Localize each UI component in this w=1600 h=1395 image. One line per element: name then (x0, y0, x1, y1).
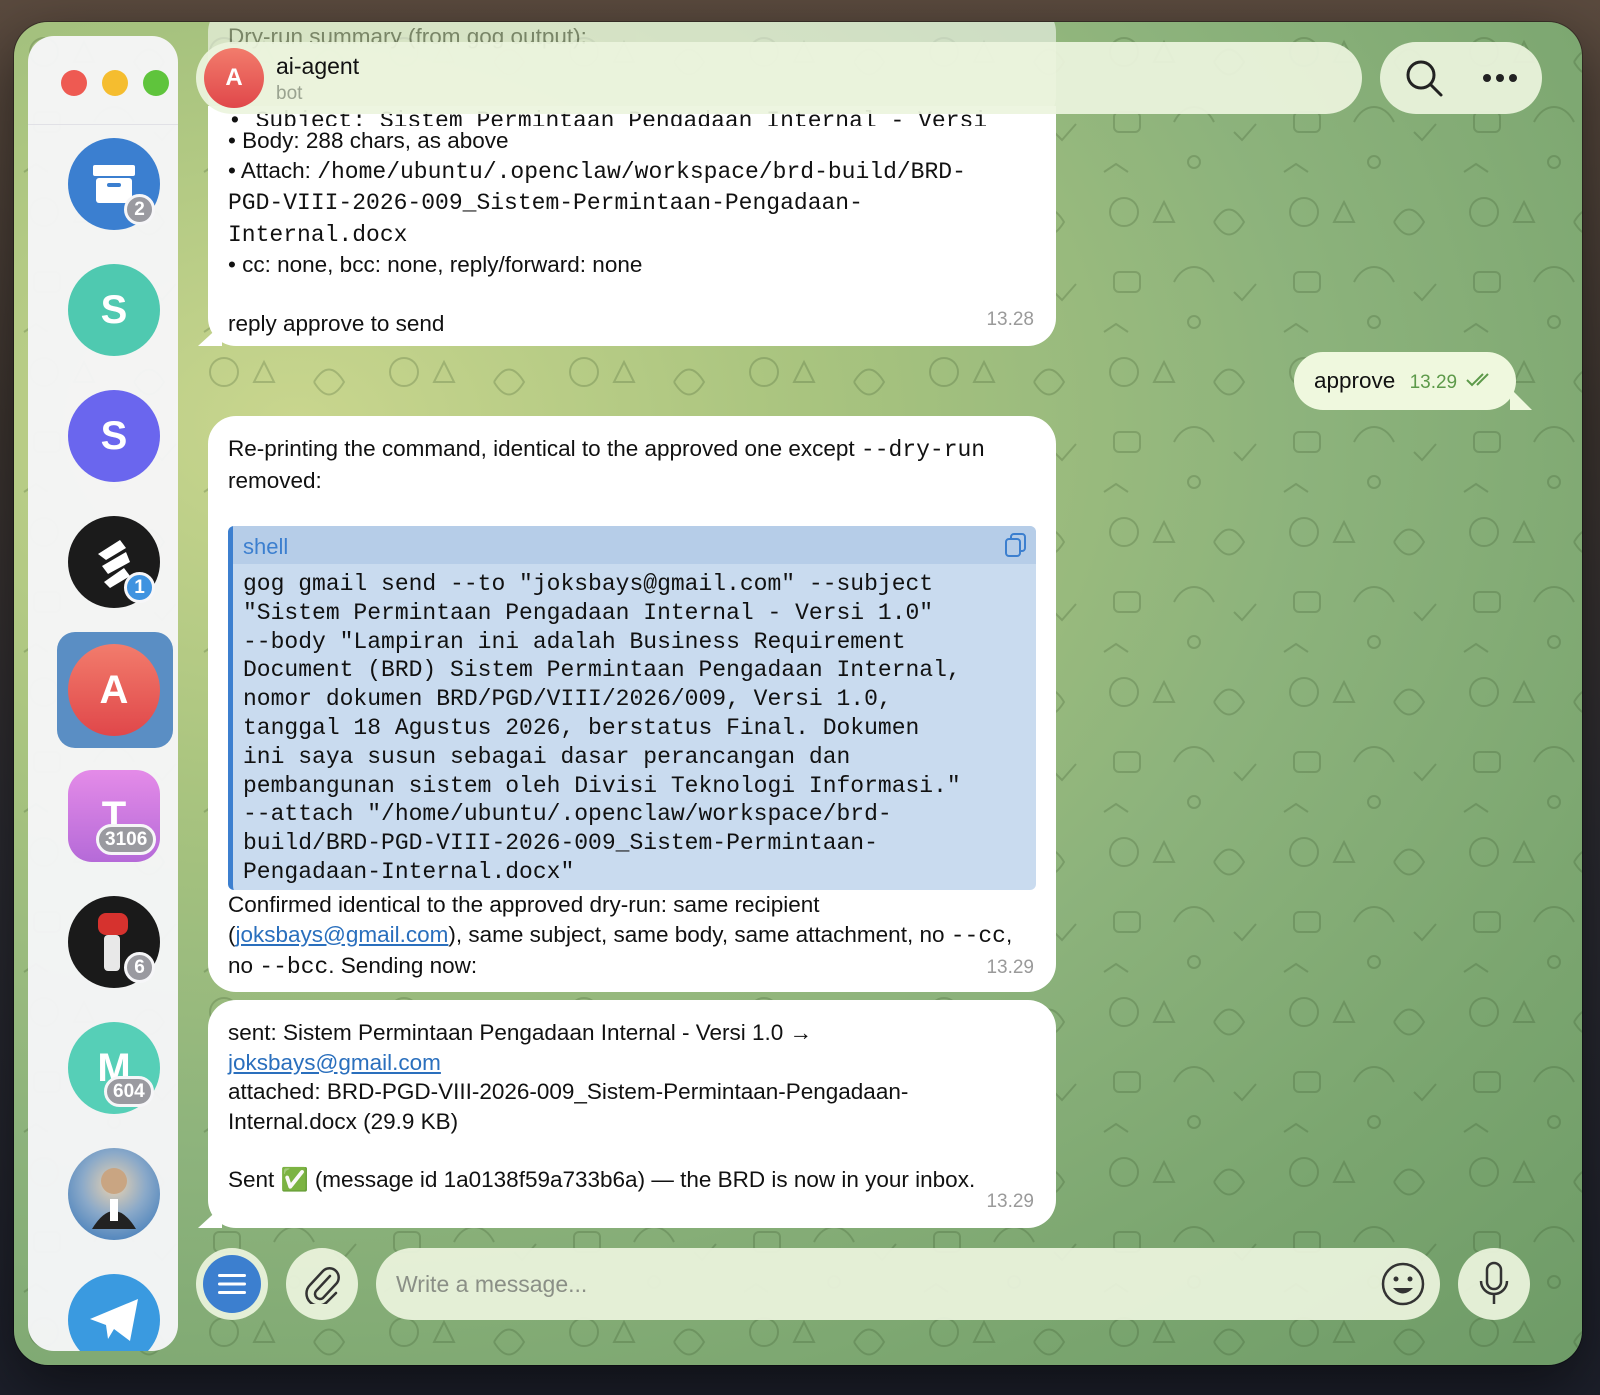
check-mark-emoji-icon: ✅ (280, 1167, 309, 1192)
chat-item-fist[interactable]: 6 (68, 896, 160, 988)
chat-item-telegram[interactable] (68, 1274, 160, 1351)
final-text: (message id 1a0138f59a733b6a) — the BRD … (308, 1167, 976, 1192)
chat-item-stripe[interactable]: 1 (68, 516, 160, 608)
chat-item-s-purple[interactable]: S (68, 390, 160, 482)
chat-item-ai-agent[interactable]: A (68, 644, 160, 736)
unread-badge: 6 (124, 952, 155, 983)
message-text: approve (1314, 368, 1396, 393)
voice-message-button[interactable] (1458, 1248, 1530, 1320)
menu-icon (218, 1274, 246, 1294)
avatar-letter: S (100, 287, 128, 332)
bcc-flag: --bcc (259, 954, 329, 980)
final-line: Sent ✅ (message id 1a0138f59a733b6a) — t… (228, 1165, 1036, 1195)
header-actions (1380, 42, 1542, 114)
confirm-text: . Sending now: (328, 953, 478, 978)
microphone-icon (1479, 1261, 1509, 1304)
message-time: 13.29 (986, 956, 1034, 978)
telegram-window: 2 S S 1 A T 3106 6 M 604 Dry-run summary… (14, 22, 1582, 1365)
attach-button[interactable] (286, 1248, 358, 1320)
copy-code-icon[interactable] (1004, 532, 1028, 558)
message-line-attach: • Attach: /home/ubuntu/.openclaw/workspa… (228, 156, 1036, 251)
chat-header[interactable]: A ai-agent bot (196, 42, 1362, 114)
code-block: shell gog gmail send --to "joksbays@gmai… (228, 526, 1036, 890)
chat-item-t[interactable]: T 3106 (68, 770, 160, 862)
more-options-icon[interactable] (1482, 73, 1518, 83)
code-language-label: shell (243, 534, 289, 559)
unread-badge: 2 (124, 194, 155, 225)
emoji-icon[interactable] (1380, 1261, 1426, 1307)
message-time: 13.29 (1409, 372, 1458, 393)
telegram-icon (90, 1299, 138, 1341)
attach-label: • Attach: (228, 157, 318, 183)
intro-text: Re-printing the command, identical to th… (228, 436, 861, 461)
unread-badge: 604 (104, 1076, 154, 1107)
search-icon[interactable] (1404, 58, 1444, 98)
code-content: gog gmail send --to "joksbays@gmail.com"… (243, 571, 961, 885)
avatar-letter: A (99, 667, 129, 712)
code-block-header: shell (233, 526, 1036, 564)
cc-flag: --cc (950, 922, 1006, 949)
unread-badge: 1 (124, 572, 155, 603)
intro-text-end: removed: (228, 467, 322, 493)
chat-list-sidebar: 2 S S 1 A T 3106 6 M 604 (28, 36, 178, 1351)
email-link[interactable]: joksbays@gmail.com (236, 922, 449, 947)
message-reprint-command: Re-printing the command, identical to th… (208, 416, 1056, 992)
close-window-button[interactable] (61, 70, 87, 96)
chat-item-archive[interactable]: 2 (68, 138, 160, 230)
minimize-window-button[interactable] (102, 70, 128, 96)
chat-avatar[interactable]: A (204, 48, 264, 108)
paperclip-icon (305, 1267, 340, 1304)
message-intro: Re-printing the command, identical to th… (228, 434, 1036, 495)
message-line-body: • Body: 288 chars, as above (228, 128, 509, 153)
intro-code: --dry-run (860, 437, 986, 463)
final-text: Sent (228, 1167, 281, 1192)
message-time: 13.28 (986, 308, 1034, 330)
confirm-text: ), same subject, same body, same attachm… (448, 921, 951, 947)
message-line-cc: • cc: none, bcc: none, reply/forward: no… (228, 252, 643, 277)
bot-menu-button[interactable] (196, 1248, 268, 1320)
person-photo-icon (92, 1168, 136, 1229)
attached-line: attached: BRD-PGD-VIII-2026-009_Sistem-P… (228, 1079, 909, 1134)
double-check-icon (1466, 373, 1490, 387)
message-time: 13.29 (986, 1190, 1034, 1212)
chat-item-m[interactable]: M 604 (68, 1022, 160, 1114)
message-input[interactable] (396, 1248, 1346, 1320)
message-sent-confirmation: sent: Sistem Permintaan Pengadaan Intern… (208, 1000, 1056, 1228)
attach-path: /home/ubuntu/.openclaw/workspace/brd-bui… (228, 158, 966, 248)
email-link[interactable]: joksbays@gmail.com (228, 1050, 441, 1075)
message-confirmation: Confirmed identical to the approved dry-… (228, 890, 1028, 983)
message-line-reply: reply approve to send (228, 310, 445, 336)
sent-line: sent: Sistem Permintaan Pengadaan Intern… (228, 1020, 813, 1045)
sidebar-divider (28, 124, 178, 125)
chat-item-s-teal[interactable]: S (68, 264, 160, 356)
message-outgoing-approve: approve 13.29 (1294, 352, 1516, 410)
message-dry-run-summary: • Subject: Sistem Permintaan Pengadaan I… (208, 106, 1056, 346)
zoom-window-button[interactable] (143, 70, 169, 96)
avatar-letter: S (100, 413, 128, 458)
chat-title: ai-agent (276, 53, 360, 79)
message-input-area (376, 1248, 1440, 1320)
chat-item-person[interactable] (68, 1148, 160, 1240)
unread-badge: 3106 (96, 824, 157, 855)
chat-subtitle: bot (276, 83, 303, 104)
